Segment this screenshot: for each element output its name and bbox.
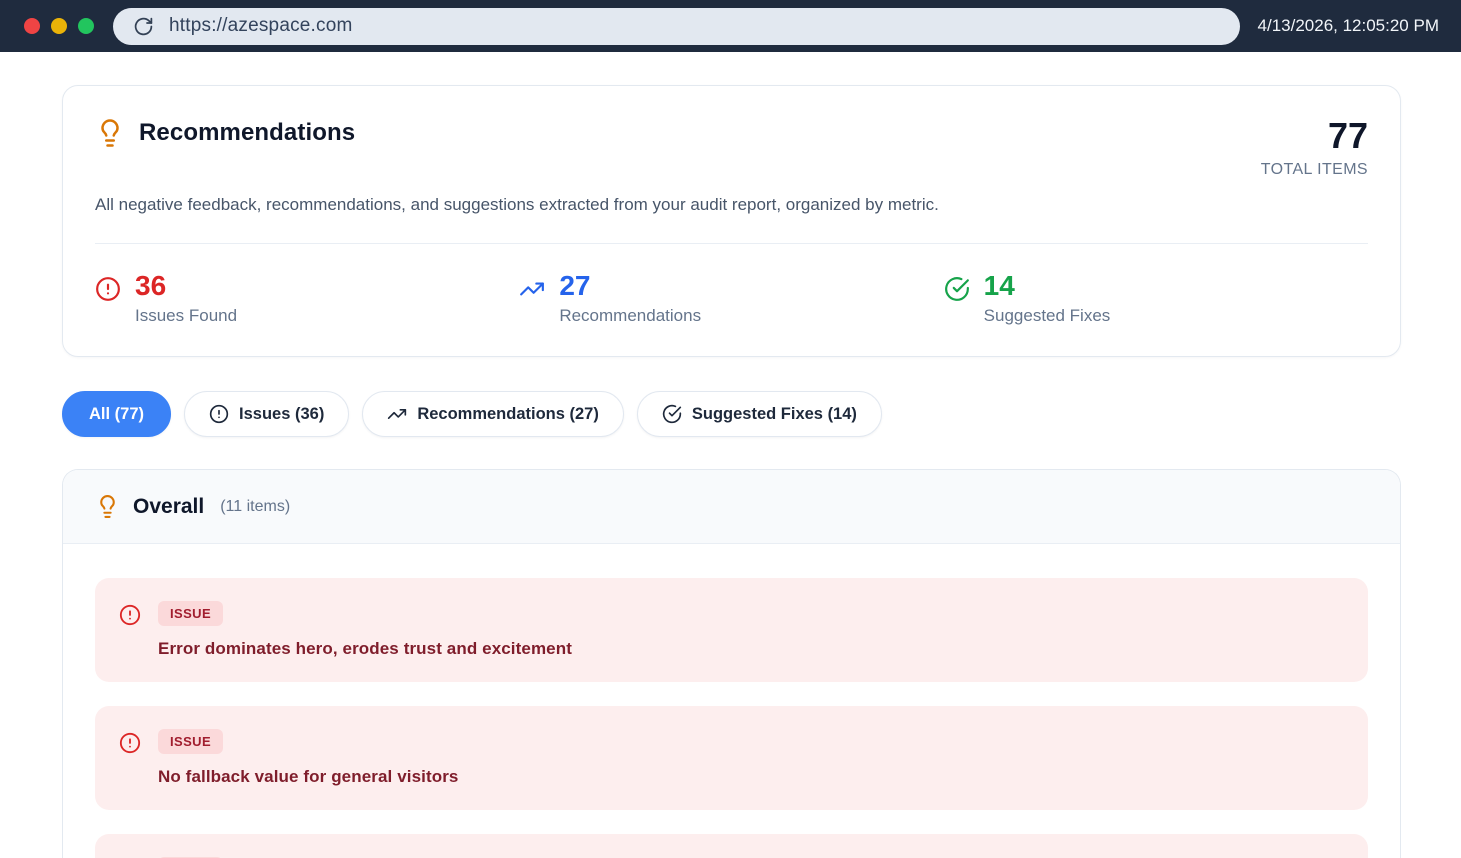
stat-issues-found: 36 Issues Found xyxy=(95,271,519,326)
alert-circle-icon xyxy=(95,276,121,302)
filter-pills: All (77) Issues (36) Recommendations (27… xyxy=(62,391,1401,438)
stats-row: 36 Issues Found 27 Recommendations 14 Su… xyxy=(95,243,1368,326)
total-items-counter: 77 TOTAL ITEMS xyxy=(1261,118,1368,179)
alert-circle-icon xyxy=(119,604,141,626)
trending-up-icon xyxy=(387,404,407,424)
overall-section-header: Overall (11 items) xyxy=(63,470,1400,545)
clock-timestamp: 4/13/2026, 12:05:20 PM xyxy=(1257,16,1439,35)
url-text: https://azespace.com xyxy=(169,15,353,36)
stat-suggested-fixes: 14 Suggested Fixes xyxy=(944,271,1368,326)
recommendations-label: Recommendations xyxy=(559,306,702,326)
window-controls xyxy=(24,18,94,34)
suggested-fixes-label: Suggested Fixes xyxy=(983,306,1111,326)
issues-label: Issues Found xyxy=(135,306,238,326)
filter-suggested-fixes-button[interactable]: Suggested Fixes (14) xyxy=(636,391,882,438)
issue-list: ISSUE Error dominates hero, erodes trust… xyxy=(63,544,1400,858)
recommendations-summary-card: Recommendations 77 TOTAL ITEMS All negat… xyxy=(62,85,1401,358)
total-items-label: TOTAL ITEMS xyxy=(1260,161,1368,178)
filter-issues-label: Issues (36) xyxy=(239,404,325,423)
filter-suggested-fixes-label: Suggested Fixes (14) xyxy=(691,404,857,423)
filter-all-label: All (77) xyxy=(89,404,145,423)
recommendations-count: 27 xyxy=(559,270,591,302)
filter-recommendations-label: Recommendations (27) xyxy=(417,404,599,423)
section-item-count: (11 items) xyxy=(220,497,291,515)
lightbulb-icon xyxy=(95,118,125,148)
issue-text: Error dominates hero, erodes trust and e… xyxy=(158,639,572,659)
issue-card: ISSUE No fallback value for general visi… xyxy=(95,706,1368,811)
issue-text: No fallback value for general visitors xyxy=(158,767,459,787)
section-title: Overall xyxy=(133,494,205,518)
trending-up-icon xyxy=(519,276,545,302)
suggested-fixes-count: 14 xyxy=(983,270,1015,302)
summary-description: All negative feedback, recommendations, … xyxy=(95,195,939,214)
alert-circle-icon xyxy=(209,404,229,424)
check-circle-icon xyxy=(944,276,970,302)
overall-section: Overall (11 items) ISSUE Error dominates… xyxy=(62,469,1401,858)
address-bar[interactable]: https://azespace.com xyxy=(113,7,1240,45)
issues-count: 36 xyxy=(135,270,167,302)
alert-circle-icon xyxy=(119,732,141,754)
minimize-window-button[interactable] xyxy=(51,18,67,34)
reload-icon[interactable] xyxy=(133,16,154,37)
close-window-button[interactable] xyxy=(24,18,40,34)
stat-recommendations: 27 Recommendations xyxy=(519,271,943,326)
issue-type-badge: ISSUE xyxy=(158,729,224,755)
filter-recommendations-button[interactable]: Recommendations (27) xyxy=(362,391,624,438)
issue-type-badge: ISSUE xyxy=(158,601,224,627)
filter-all-button[interactable]: All (77) xyxy=(62,391,172,438)
lightbulb-icon xyxy=(95,494,120,519)
issue-card: ISSUE Error dominates hero, erodes trust… xyxy=(95,578,1368,683)
issue-card: ISSUE xyxy=(95,834,1368,858)
maximize-window-button[interactable] xyxy=(78,18,94,34)
filter-issues-button[interactable]: Issues (36) xyxy=(184,391,350,438)
page-content: Recommendations 77 TOTAL ITEMS All negat… xyxy=(0,52,1461,858)
check-circle-icon xyxy=(662,404,682,424)
page-title: Recommendations xyxy=(139,119,356,146)
total-items-value: 77 xyxy=(1327,115,1368,156)
browser-chrome: https://azespace.com 4/13/2026, 12:05:20… xyxy=(0,0,1461,52)
